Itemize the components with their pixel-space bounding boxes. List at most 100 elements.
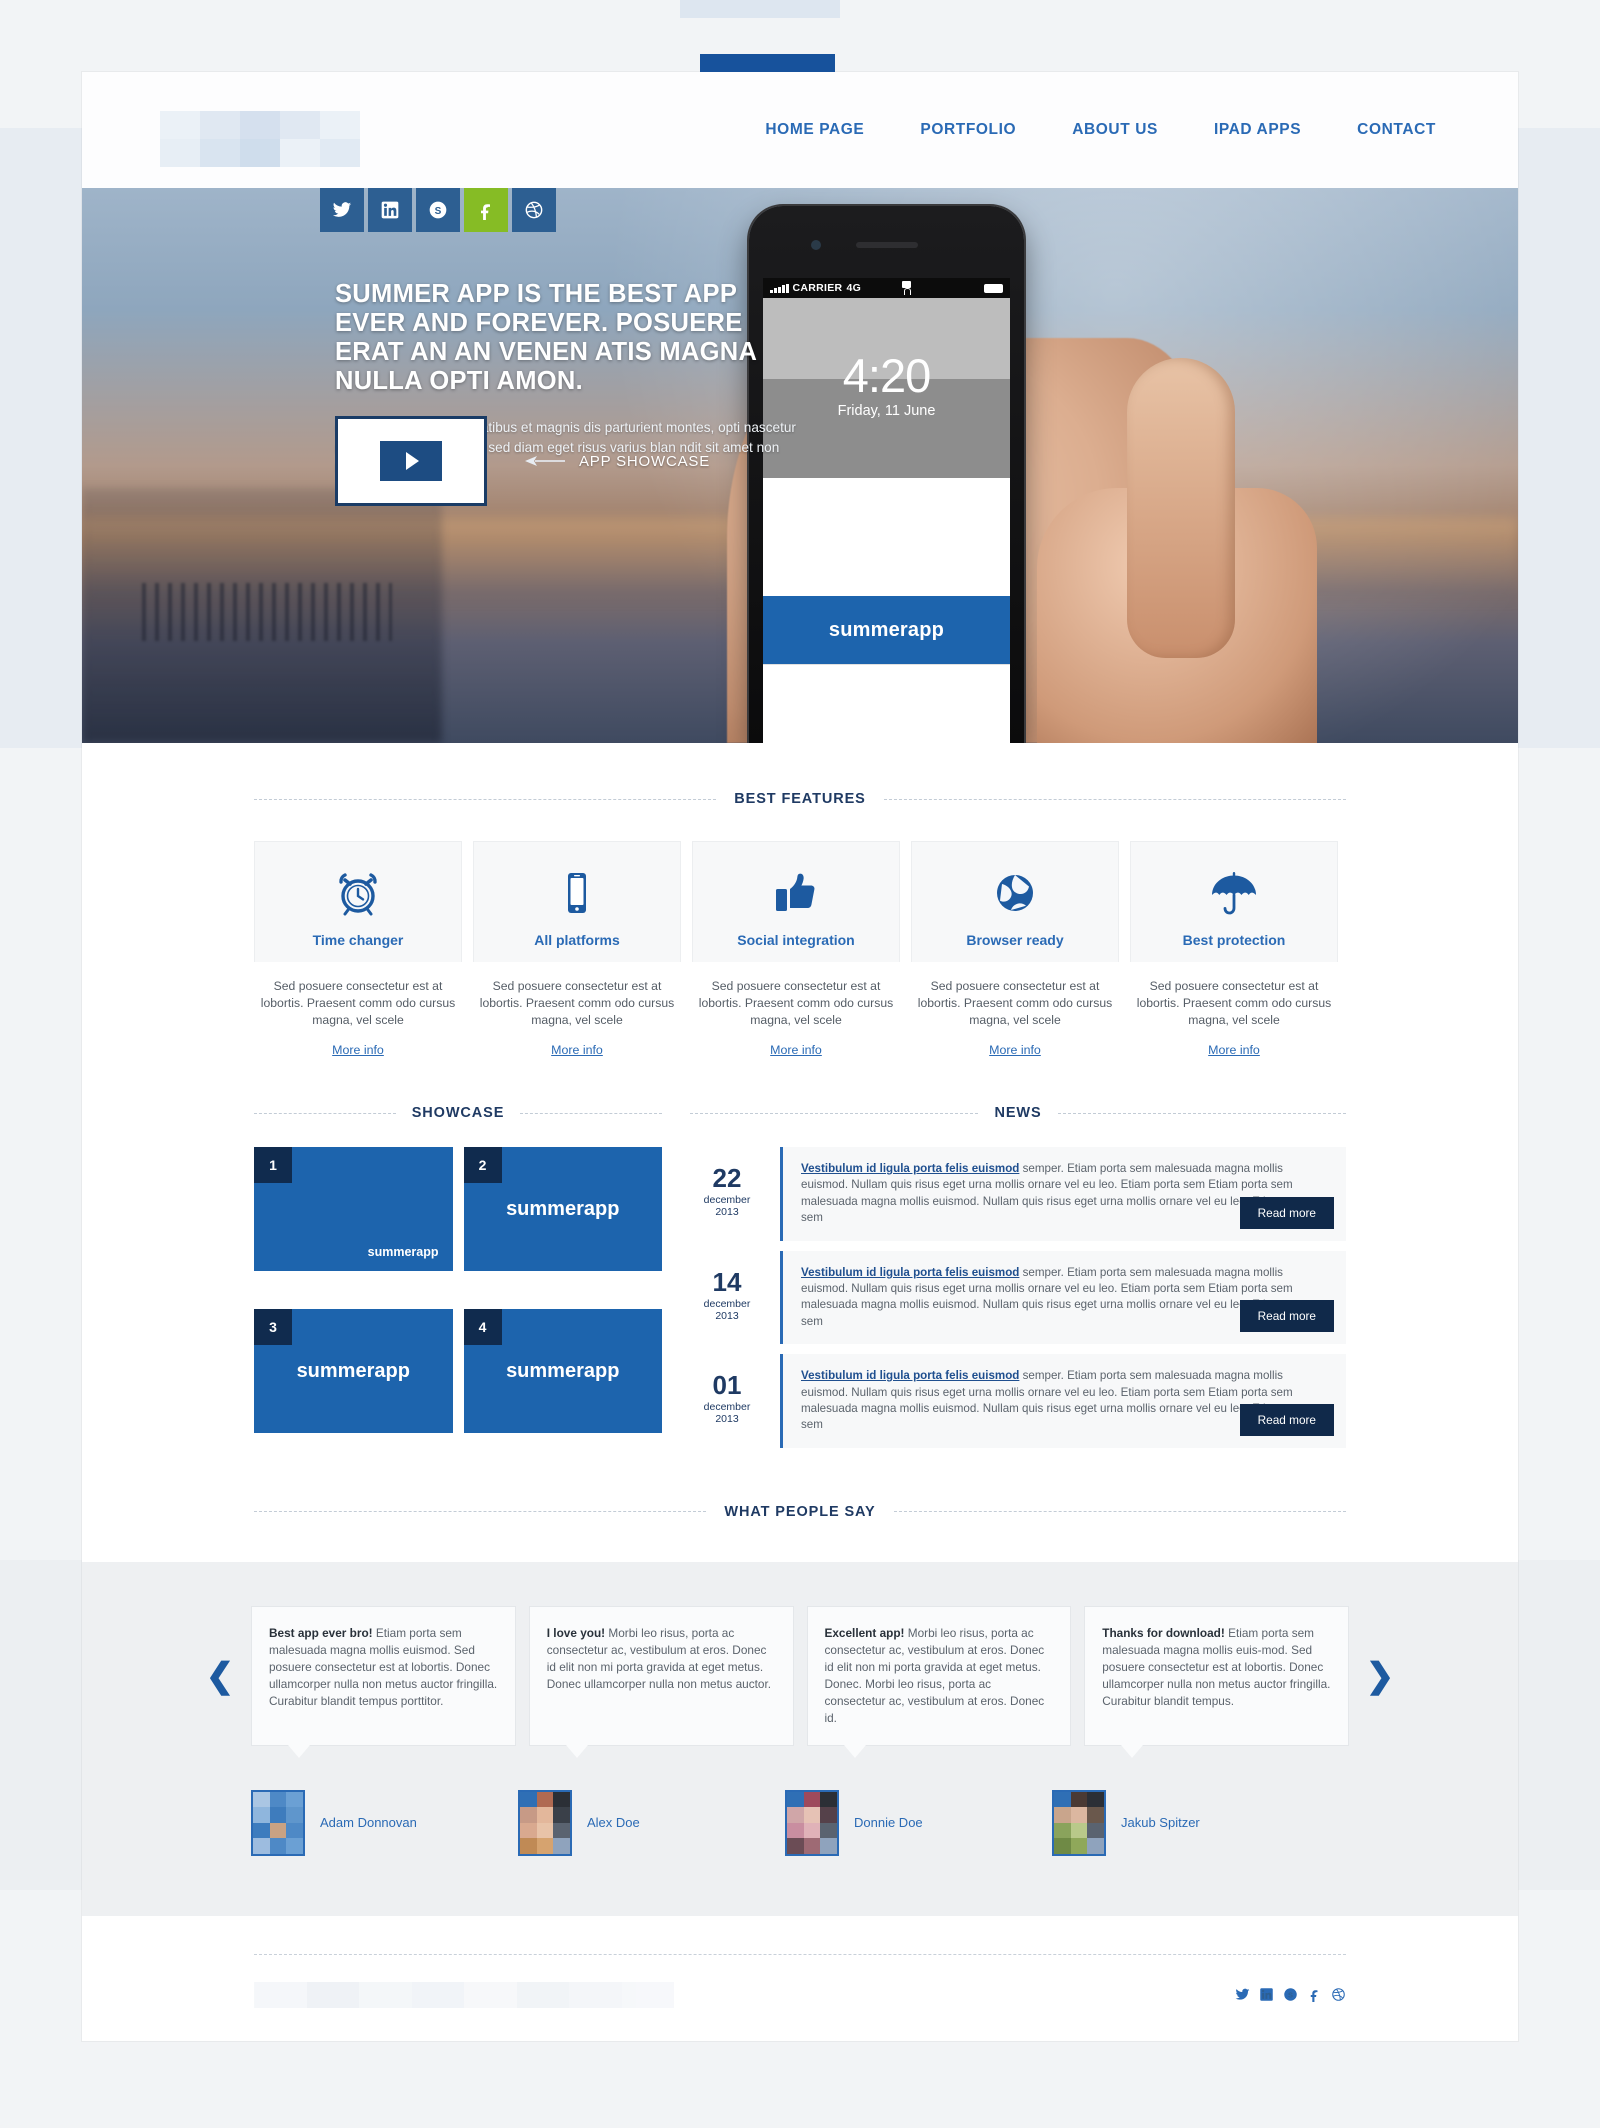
main-content: BEST FEATURES Time changer Sed posuere co…	[82, 743, 1518, 1520]
carousel-next-button[interactable]: ❯	[1365, 1659, 1395, 1693]
feature-body: Sed posuere consectetur est at lobortis.…	[254, 962, 462, 1059]
testimonial-card: Excellent app! Morbi leo risus, porta ac…	[806, 1605, 1072, 1758]
thumbs-up-icon	[703, 864, 889, 922]
carousel-prev-button[interactable]: ❮	[205, 1659, 235, 1693]
feature-body: Sed posuere consectetur est at lobortis.…	[692, 962, 900, 1059]
site-container: HOME PAGE PORTFOLIO ABOUT US IPAD APPS CONTA…	[82, 54, 1518, 2041]
tile-number: 2	[463, 1147, 502, 1183]
news-title-link[interactable]: Vestibulum id ligula porta felis euismod	[801, 1369, 1019, 1382]
testimonial-authors: Adam Donnovan Alex Doe Donnie Doe Jakub Spi…	[205, 1789, 1395, 1856]
feature-more-link[interactable]: More info	[989, 1043, 1041, 1057]
testimonial-author[interactable]: Adam Donnovan	[251, 1789, 518, 1856]
showcase-tile[interactable]: 2 summerapp	[463, 1147, 662, 1271]
feature-body: Sed posuere consectetur est at lobortis.…	[911, 962, 1119, 1059]
feature-card: Social integration Sed posuere consectetu…	[692, 841, 900, 1059]
play-video-button[interactable]	[335, 416, 487, 506]
testimonial-card: Thanks for download! Etiam porta sem mal…	[1084, 1605, 1349, 1758]
testimonials-carousel: ❮ Best app ever bro! Etiam porta sem mal…	[205, 1605, 1395, 1758]
skype-icon[interactable]: S	[1283, 1987, 1298, 2002]
dribbble-icon[interactable]	[512, 188, 556, 232]
feature-header: Social integration	[692, 841, 900, 962]
linkedin-icon[interactable]	[368, 188, 412, 232]
main-navigation: HOME PAGE PORTFOLIO ABOUT US IPAD APPS CONTA…	[765, 121, 1448, 139]
feature-card: Time changer Sed posuere consectetur est …	[254, 841, 462, 1059]
linkedin-icon[interactable]	[1259, 1987, 1274, 2002]
hero-title: SUMMER APP IS THE BEST APP EVER AND FORE…	[335, 280, 757, 395]
showcase-heading: SHOWCASE	[411, 1105, 505, 1121]
testimonial-author[interactable]: Donnie Doe	[785, 1789, 1052, 1856]
showcase-news-separators: SHOWCASE NEWS	[254, 1105, 1347, 1121]
svg-text:S: S	[435, 206, 442, 217]
network-label: 4G	[846, 282, 862, 294]
testimonial-author[interactable]: Jakub Spitzer	[1052, 1789, 1319, 1856]
news-date: 01 december 2013	[690, 1354, 764, 1448]
news-list: 22 december 2013 Vestibulum id ligula porta…	[690, 1147, 1346, 1458]
avatar	[785, 1789, 839, 1856]
showcase-tile[interactable]: 3 summerapp	[254, 1309, 453, 1434]
avatar	[518, 1789, 572, 1856]
news-day: 22	[712, 1163, 742, 1193]
arrow-left-icon	[525, 456, 565, 466]
hero-section: S SUMMER APP IS THE BEST APP EVER AND FO…	[82, 188, 1518, 743]
nav-item-home-page[interactable]: HOME PAGE	[765, 121, 864, 139]
testimonials-section: ❮ Best app ever bro! Etiam porta sem mal…	[82, 1561, 1518, 1916]
alarm-clock-icon	[265, 864, 451, 922]
feature-more-link[interactable]: More info	[770, 1043, 822, 1057]
author-name: Alex Doe	[587, 1815, 640, 1831]
umbrella-icon	[1141, 864, 1327, 922]
site-logo[interactable]	[160, 111, 360, 167]
footer-social-links: S	[1235, 1987, 1346, 2003]
read-more-button[interactable]: Read more	[1239, 1196, 1334, 1229]
news-heading: NEWS	[994, 1105, 1042, 1121]
testimonial-lead: I love you!	[546, 1625, 606, 1640]
news-body: Vestibulum id ligula porta felis euismod…	[780, 1354, 1346, 1448]
testimonial-lead: Best app ever bro!	[269, 1625, 373, 1640]
feature-title: Browser ready	[966, 932, 1064, 948]
tile-number: 1	[254, 1147, 292, 1183]
testimonial-author[interactable]: Alex Doe	[518, 1789, 785, 1856]
top-accent-tab	[700, 54, 835, 72]
dribbble-icon[interactable]	[1331, 1987, 1346, 2002]
twitter-icon[interactable]	[320, 188, 364, 232]
news-day: 14	[712, 1266, 742, 1297]
news-title-link[interactable]: Vestibulum id ligula porta felis euismod	[801, 1162, 1019, 1175]
best-features-heading: BEST FEATURES	[734, 791, 866, 807]
news-month: december	[703, 1297, 751, 1310]
svg-text:S: S	[1288, 1991, 1293, 2000]
phone-app-name: summerapp	[828, 618, 945, 641]
news-month: december	[703, 1194, 751, 1206]
facebook-icon[interactable]	[1307, 1987, 1322, 2003]
social-links-bar: S	[320, 188, 556, 232]
feature-title: All platforms	[534, 932, 620, 948]
feature-body: Sed posuere consectetur est at lobortis.…	[1130, 962, 1338, 1059]
twitter-icon[interactable]	[1235, 1987, 1250, 2002]
nav-item-ipad-apps[interactable]: IPAD APPS	[1214, 121, 1301, 139]
feature-header: Best protection	[1130, 841, 1338, 962]
showcase-tile[interactable]: 4 summerapp	[463, 1309, 662, 1434]
feature-description: Sed posuere consectetur est at lobortis.…	[917, 979, 1113, 1027]
feature-header: Browser ready	[911, 841, 1119, 962]
nav-item-contact[interactable]: CONTACT	[1357, 121, 1436, 139]
footer-logo[interactable]	[254, 1981, 674, 2008]
feature-more-link[interactable]: More info	[1208, 1043, 1260, 1057]
showcase-news-row: 1 summerapp 2 summerapp 3 summerapp 4 summerapp…	[254, 1147, 1346, 1458]
feature-title: Social integration	[737, 932, 855, 948]
facebook-icon[interactable]	[464, 188, 508, 232]
read-more-button[interactable]: Read more	[1239, 1403, 1334, 1436]
tile-label: summerapp	[367, 1245, 439, 1259]
nav-item-portfolio[interactable]: PORTFOLIO	[920, 121, 1016, 139]
read-more-button[interactable]: Read more	[1239, 1300, 1334, 1333]
features-list: Time changer Sed posuere consectetur est …	[254, 841, 1346, 1059]
news-title-link[interactable]: Vestibulum id ligula porta felis euismod	[801, 1266, 1019, 1279]
news-date: 14 december 2013	[690, 1251, 764, 1345]
feature-more-link[interactable]: More info	[551, 1043, 603, 1057]
feature-description: Sed posuere consectetur est at lobortis.…	[1136, 979, 1332, 1027]
nav-item-about-us[interactable]: ABOUT US	[1072, 121, 1158, 139]
feature-more-link[interactable]: More info	[332, 1043, 384, 1057]
app-showcase-text: APP SHOWCASE	[579, 452, 711, 470]
feature-header: Time changer	[254, 841, 462, 962]
skype-icon[interactable]: S	[416, 188, 460, 232]
phone-mockup: CARRIER 4G 4:20 Friday, 11 June summerap…	[727, 188, 1507, 743]
news-item: 14 december 2013 Vestibulum id ligula porta…	[690, 1250, 1346, 1345]
showcase-tile[interactable]: 1 summerapp	[254, 1147, 453, 1271]
